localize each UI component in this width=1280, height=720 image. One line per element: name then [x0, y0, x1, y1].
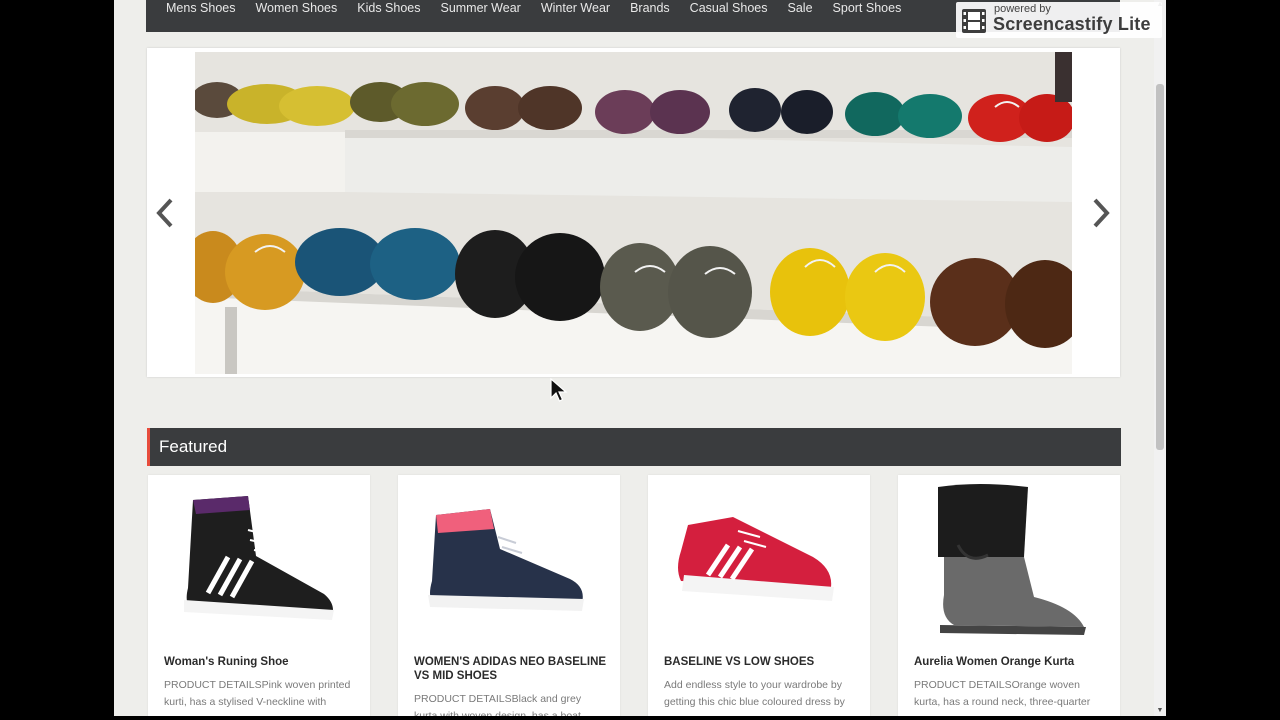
chevron-left-icon: [156, 198, 173, 228]
badge-title: Screencastify Lite: [993, 14, 1151, 34]
slider-next-button[interactable]: [1089, 196, 1113, 230]
nav-brands[interactable]: Brands: [630, 0, 670, 17]
product-card[interactable]: Woman's Runing Shoe PRODUCT DETAILSPink …: [148, 475, 370, 716]
mouse-pointer-icon: [550, 378, 568, 402]
nav-sale[interactable]: Sale: [788, 0, 813, 17]
product-description: PRODUCT DETAILSBlack and grey kurta with…: [414, 693, 582, 716]
product-description: PRODUCT DETAILSOrange woven kurta, has a…: [914, 679, 1091, 708]
store-page: Mens Shoes Women Shoes Kids Shoes Summer…: [114, 0, 1154, 716]
nav-casual-shoes[interactable]: Casual Shoes: [690, 0, 768, 17]
chevron-right-icon: [1093, 198, 1110, 228]
product-image-navy-mid-sneaker: [428, 509, 584, 611]
nav-summer-wear[interactable]: Summer Wear: [440, 0, 520, 17]
product-image-fur-boot: [938, 484, 1086, 635]
product-title[interactable]: Aurelia Women Orange Kurta: [914, 655, 1109, 669]
scroll-thumb[interactable]: [1156, 84, 1164, 450]
product-image-black-high-top-sneaker: [184, 496, 334, 620]
product-title[interactable]: WOMEN'S ADIDAS NEO BASELINE VS MID SHOES: [414, 655, 609, 683]
product-image-red-low-sneaker: [678, 517, 834, 601]
slide-image-shoe-shelves: [195, 52, 1072, 374]
nav-winter-wear[interactable]: Winter Wear: [541, 0, 610, 17]
film-strip-icon: [962, 9, 986, 33]
product-card[interactable]: WOMEN'S ADIDAS NEO BASELINE VS MID SHOES…: [398, 475, 620, 716]
featured-products: Woman's Runing Shoe PRODUCT DETAILSPink …: [148, 475, 1122, 716]
product-title[interactable]: BASELINE VS LOW SHOES: [664, 655, 859, 669]
browser-viewport: Mens Shoes Women Shoes Kids Shoes Summer…: [114, 0, 1166, 716]
product-title[interactable]: Woman's Runing Shoe: [164, 655, 359, 669]
nav-sport-shoes[interactable]: Sport Shoes: [833, 0, 902, 17]
product-card[interactable]: BASELINE VS LOW SHOES Add endless style …: [648, 475, 870, 716]
slider-prev-button[interactable]: [153, 196, 177, 230]
page-scrollbar[interactable]: ▲ ▼: [1154, 0, 1166, 716]
product-description: PRODUCT DETAILSPink woven printed kurti,…: [164, 679, 351, 708]
featured-title: Featured: [159, 437, 228, 456]
product-card[interactable]: Aurelia Women Orange Kurta PRODUCT DETAI…: [898, 475, 1120, 716]
product-description: Add endless style to your wardrobe by ge…: [664, 679, 845, 708]
nav-women-shoes[interactable]: Women Shoes: [255, 0, 337, 17]
nav-mens-shoes[interactable]: Mens Shoes: [166, 0, 235, 17]
screencastify-watermark: powered by Screencastify Lite: [956, 2, 1162, 38]
scroll-down-arrow-icon[interactable]: ▼: [1156, 706, 1164, 716]
nav-kids-shoes[interactable]: Kids Shoes: [357, 0, 420, 17]
hero-slider: [147, 48, 1120, 377]
featured-section-header: Featured: [147, 428, 1121, 466]
